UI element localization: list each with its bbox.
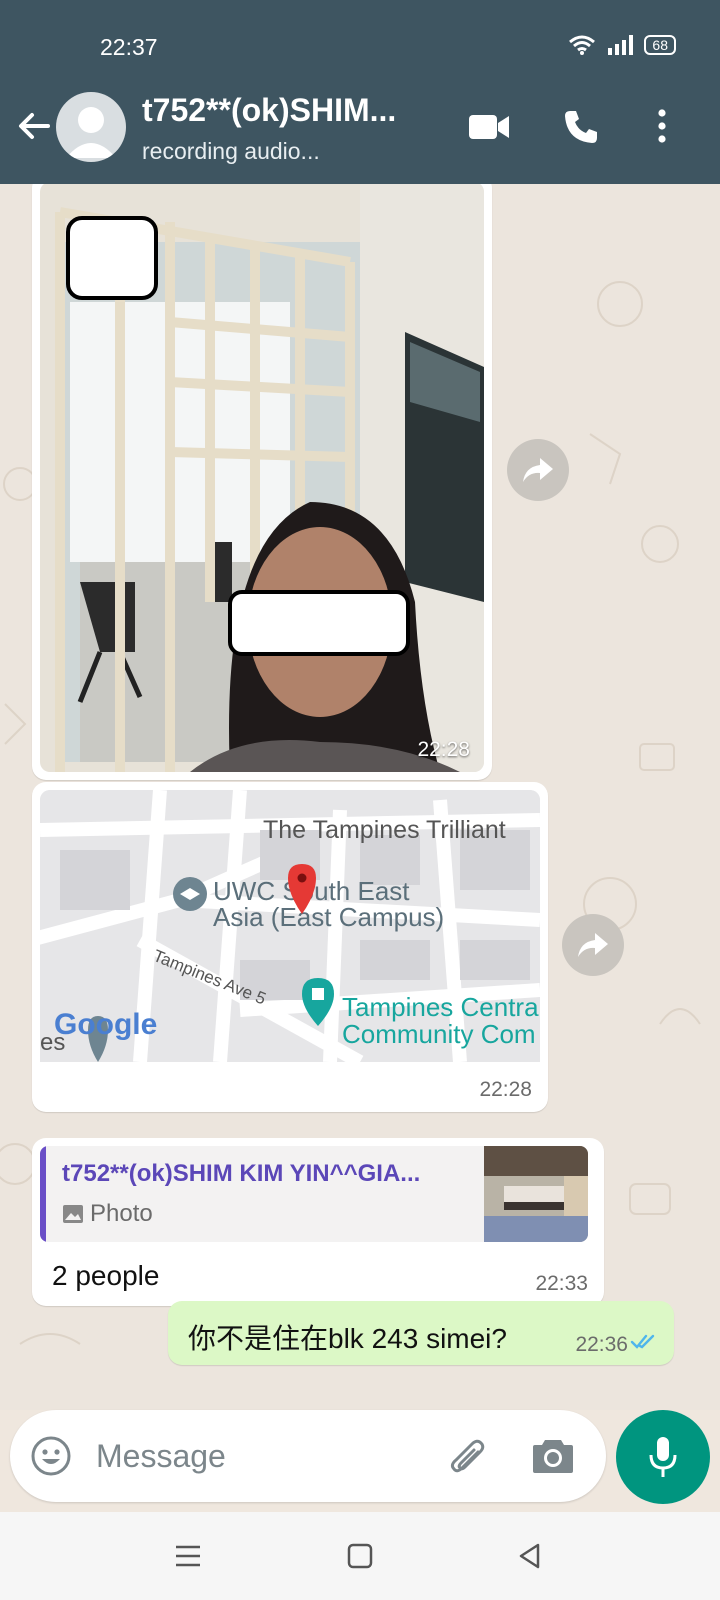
battery-indicator: 68	[644, 35, 676, 55]
contact-avatar[interactable]	[56, 92, 126, 162]
message-time: 22:28	[417, 738, 470, 761]
signal-icon	[608, 35, 634, 55]
map-label: Asia (East Campus)	[213, 902, 444, 932]
forward-icon	[578, 933, 608, 957]
quoted-thumbnail	[484, 1146, 588, 1242]
photo[interactable]: 22:28	[40, 184, 484, 772]
message-time: 22:28	[479, 1078, 532, 1101]
quote-bar	[40, 1146, 46, 1242]
message-time: 22:36	[575, 1333, 628, 1356]
photo-image	[40, 184, 484, 772]
reply-message[interactable]: t752**(ok)SHIM KIM YIN^^GIA... Photo 2 p…	[32, 1138, 604, 1306]
map-preview[interactable]: The Tampines Trilliant UWC South East As…	[40, 790, 540, 1062]
message-text: 2 people	[52, 1260, 160, 1291]
quoted-type: Photo	[62, 1200, 153, 1228]
quoted-sender: t752**(ok)SHIM KIM YIN^^GIA...	[62, 1160, 421, 1187]
forward-icon	[523, 458, 553, 482]
person-icon	[66, 107, 116, 158]
map-label: Tampines Centra	[342, 992, 539, 1022]
video-call-icon[interactable]	[468, 112, 510, 142]
contact-name[interactable]: t752**(ok)SHIM...	[142, 92, 432, 129]
home-icon[interactable]	[342, 1538, 378, 1574]
quoted-message[interactable]: t752**(ok)SHIM KIM YIN^^GIA... Photo	[40, 1146, 588, 1242]
menu-icon[interactable]	[170, 1538, 206, 1574]
school-icon	[173, 877, 207, 911]
back-arrow-icon[interactable]	[14, 106, 54, 146]
outgoing-message[interactable]: 你不是住在blk 243 simei? 22:36	[168, 1301, 674, 1365]
quoted-type-label: Photo	[90, 1200, 153, 1227]
message-input[interactable]	[96, 1432, 416, 1480]
message-time: 22:33	[535, 1272, 588, 1295]
map-label: Community Com	[342, 1019, 536, 1049]
message-text: 你不是住在blk 243 simei?	[188, 1323, 507, 1354]
microphone-icon	[649, 1437, 677, 1477]
chat-area[interactable]: 22:28 The Tampines Trilliant UWC South E…	[0, 184, 720, 1410]
map-image: The Tampines Trilliant UWC South East As…	[40, 790, 540, 1062]
more-vert-icon[interactable]	[655, 108, 669, 144]
back-nav-icon[interactable]	[512, 1538, 548, 1574]
forward-button[interactable]	[507, 439, 569, 501]
chat-header: 22:37 68 t752**(ok)SHIM... recording aud…	[0, 0, 720, 184]
system-nav-bar	[0, 1512, 720, 1600]
forward-button[interactable]	[562, 914, 624, 976]
image-message[interactable]: 22:28	[32, 184, 492, 780]
location-message[interactable]: The Tampines Trilliant UWC South East As…	[32, 782, 548, 1112]
map-label: The Tampines Trilliant	[263, 816, 506, 844]
google-logo: Google	[54, 1008, 157, 1041]
contact-status: recording audio...	[142, 138, 320, 164]
attach-icon[interactable]	[446, 1436, 488, 1476]
double-check-icon	[630, 1334, 655, 1349]
emoji-icon[interactable]	[30, 1435, 72, 1477]
camera-icon[interactable]	[532, 1436, 574, 1474]
photo-icon	[63, 1205, 83, 1223]
wifi-icon	[569, 35, 596, 55]
status-time: 22:37	[100, 34, 158, 60]
message-composer	[10, 1410, 606, 1502]
mic-button[interactable]	[616, 1410, 710, 1504]
phone-icon[interactable]	[562, 108, 600, 146]
status-icons: 68	[568, 34, 676, 56]
